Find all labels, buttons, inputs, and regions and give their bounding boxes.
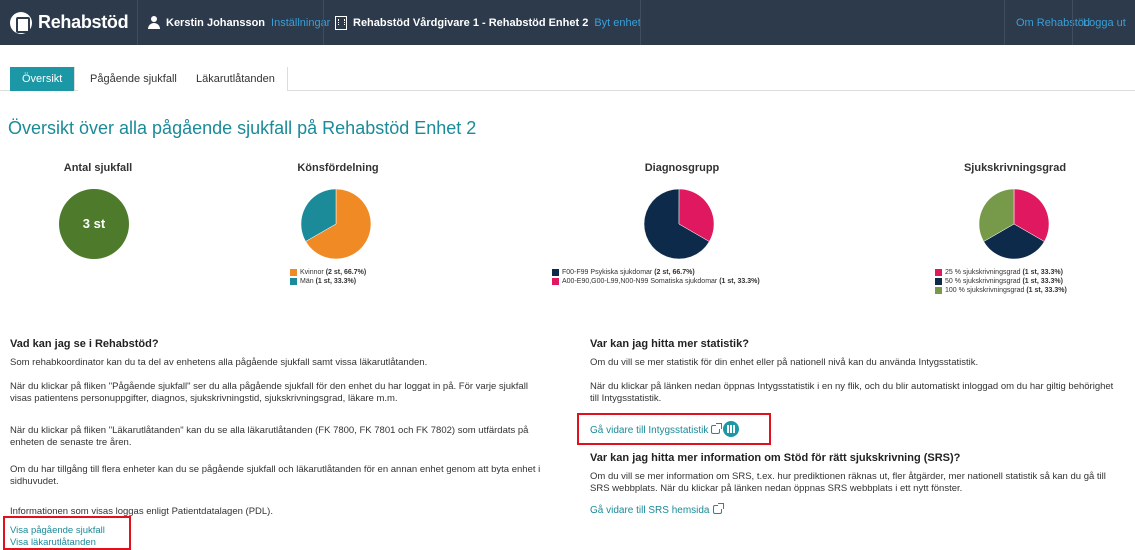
srs-link-row: Gå vidare till SRS hemsida <box>590 503 724 517</box>
legend-detail: (2 st, 66.7%) <box>654 269 695 276</box>
left-info-p2-line1: När du klickar på fliken "Pågående sjukf… <box>10 381 528 392</box>
top-navbar: Rehabstöd Kerstin Johansson Inställninga… <box>0 0 1135 45</box>
right-info-p2-line1: När du klickar på länken nedan öppnas In… <box>590 381 1114 392</box>
right-info-heading1: Var kan jag hitta mer statistik? <box>590 338 749 350</box>
left-info-p3-line1: När du klickar på fliken "Läkarutlåtande… <box>10 425 529 436</box>
legend-label: F00-F99 Psykiska sjukdomar (2 st, 66.7%) <box>562 269 695 276</box>
right-info-p1: Om du vill se mer statistik för din enhe… <box>590 357 979 368</box>
legend-detail: (1 st, 33.3%) <box>315 278 357 285</box>
change-unit-link[interactable]: Byt enhet <box>594 17 640 29</box>
brand-logo[interactable]: Rehabstöd <box>10 0 135 45</box>
user-name: Kerstin Johansson <box>166 16 266 29</box>
user-info: Kerstin Johansson Inställningar <box>148 0 330 45</box>
legend-label: Män (1 st, 33.3%) <box>300 278 357 285</box>
unit-name: Rehabstöd Vårdgivare 1 - Rehabstöd Enhet… <box>353 16 589 29</box>
left-info-p4-line1: Om du har tillgång till flera enheter ka… <box>10 464 541 475</box>
external-link-icon <box>712 503 724 514</box>
right-info-p3-line1: Om du vill se mer information om SRS, t.… <box>590 471 1106 482</box>
left-info-p3: När du klickar på fliken "Läkarutlåtande… <box>10 425 580 449</box>
legend-label: 50 % sjukskrivningsgrad (1 st, 33.3%) <box>945 278 1063 285</box>
srs-link[interactable]: Gå vidare till SRS hemsida <box>590 505 710 516</box>
legend-item: Kvinnor (2 st, 66.7%) <box>290 268 366 277</box>
degree-legend: 25 % sjukskrivningsgrad (1 st, 33.3%) 50 … <box>935 268 1067 295</box>
right-info-p3-line2: SRS webbplats. När du klickar på länken … <box>590 483 963 494</box>
left-info-p4-line2: sidhuvudet. <box>10 476 59 487</box>
main-tabs: Översikt Pågående sjukfall Läkarutlåtand… <box>0 67 1135 91</box>
settings-link[interactable]: Inställningar <box>271 17 330 29</box>
stat-gender: Könsfördelning <box>283 162 393 174</box>
legend-detail: (1 st, 33.3%) <box>1022 278 1063 285</box>
highlight-box <box>3 516 131 550</box>
left-info-p3-line2: enheten de senaste tre åren. <box>10 437 132 448</box>
legend-swatch <box>935 287 942 294</box>
diagnosis-pie-chart <box>643 188 715 260</box>
header-divider <box>323 0 324 45</box>
legend-item: F00-F99 Psykiska sjukdomar (2 st, 66.7%) <box>552 268 760 277</box>
diagnosis-legend: F00-F99 Psykiska sjukdomar (2 st, 66.7%)… <box>552 268 760 286</box>
legend-swatch <box>552 269 559 276</box>
count-circle: 3 st <box>59 189 129 259</box>
legend-item: 25 % sjukskrivningsgrad (1 st, 33.3%) <box>935 268 1067 277</box>
tab-lakarutlatanden[interactable]: Läkarutlåtanden <box>184 67 288 91</box>
logout-link[interactable]: Logga ut <box>1083 0 1126 45</box>
tab-oversikt[interactable]: Översikt <box>10 67 76 91</box>
header-divider <box>1004 0 1005 45</box>
gender-legend: Kvinnor (2 st, 66.7%) Män (1 st, 33.3%) <box>290 268 366 286</box>
stat-sjukfall-count: Antal sjukfall <box>62 162 134 174</box>
header-divider <box>640 0 641 45</box>
about-link[interactable]: Om Rehabstöd <box>1016 0 1090 45</box>
left-info-p1: Som rehabkoordinator kan du ta del av en… <box>10 357 428 368</box>
right-info-heading2: Var kan jag hitta mer information om Stö… <box>590 452 961 464</box>
left-info-p2-line2: visas patientens personuppgifter, diagno… <box>10 393 398 404</box>
stat-title: Antal sjukfall <box>63 162 133 174</box>
legend-item: 50 % sjukskrivningsgrad (1 st, 33.3%) <box>935 277 1067 286</box>
legend-swatch <box>552 278 559 285</box>
legend-label: Kvinnor (2 st, 66.7%) <box>300 269 367 276</box>
right-info-p2-line2: till Intygsstatistik. <box>590 393 662 404</box>
right-info-p2: När du klickar på länken nedan öppnas In… <box>590 381 1135 405</box>
rehabstod-logo-icon <box>10 11 32 34</box>
right-info-p3: Om du vill se mer information om SRS, t.… <box>590 471 1135 495</box>
legend-detail: (1 st, 33.3%) <box>719 278 760 285</box>
building-icon <box>335 15 347 30</box>
legend-item: A00-E90,G00-L99,N00-N99 Somatiska sjukdo… <box>552 277 760 286</box>
unit-info: Rehabstöd Vårdgivare 1 - Rehabstöd Enhet… <box>335 0 641 45</box>
highlight-box <box>577 413 771 445</box>
legend-swatch <box>290 278 297 285</box>
degree-pie-chart <box>978 188 1050 260</box>
brand-name: Rehabstöd <box>38 12 129 32</box>
count-value: 3 st <box>83 216 106 231</box>
legend-detail: (1 st, 33.3%) <box>1022 269 1063 276</box>
tab-pagaende-sjukfall[interactable]: Pågående sjukfall <box>78 67 190 91</box>
legend-item: Män (1 st, 33.3%) <box>290 277 366 286</box>
gender-pie-chart <box>300 188 372 260</box>
legend-detail: (2 st, 66.7%) <box>325 269 367 276</box>
header-divider <box>137 0 138 45</box>
page-title: Översikt över alla pågående sjukfall på … <box>8 118 477 138</box>
left-info-heading: Vad kan jag se i Rehabstöd? <box>10 338 159 350</box>
legend-item: 100 % sjukskrivningsgrad (1 st, 33.3%) <box>935 286 1067 295</box>
legend-swatch <box>935 278 942 285</box>
stat-title: Diagnosgrupp <box>644 162 720 174</box>
left-info-p2: När du klickar på fliken "Pågående sjukf… <box>10 381 580 405</box>
stat-title: Sjukskrivningsgrad <box>963 162 1067 174</box>
legend-swatch <box>290 269 297 276</box>
stat-title: Könsfördelning <box>297 162 379 174</box>
stat-diagnosis: Diagnosgrupp <box>637 162 727 174</box>
left-info-p4: Om du har tillgång till flera enheter ka… <box>10 464 580 488</box>
legend-label: 100 % sjukskrivningsgrad (1 st, 33.3%) <box>945 287 1067 294</box>
legend-detail: (1 st, 33.3%) <box>1026 287 1067 294</box>
user-icon <box>148 16 160 29</box>
legend-swatch <box>935 269 942 276</box>
header-divider <box>1072 0 1073 45</box>
legend-label: A00-E90,G00-L99,N00-N99 Somatiska sjukdo… <box>562 278 760 285</box>
legend-label: 25 % sjukskrivningsgrad (1 st, 33.3%) <box>945 269 1063 276</box>
stat-degree: Sjukskrivningsgrad <box>960 162 1070 174</box>
